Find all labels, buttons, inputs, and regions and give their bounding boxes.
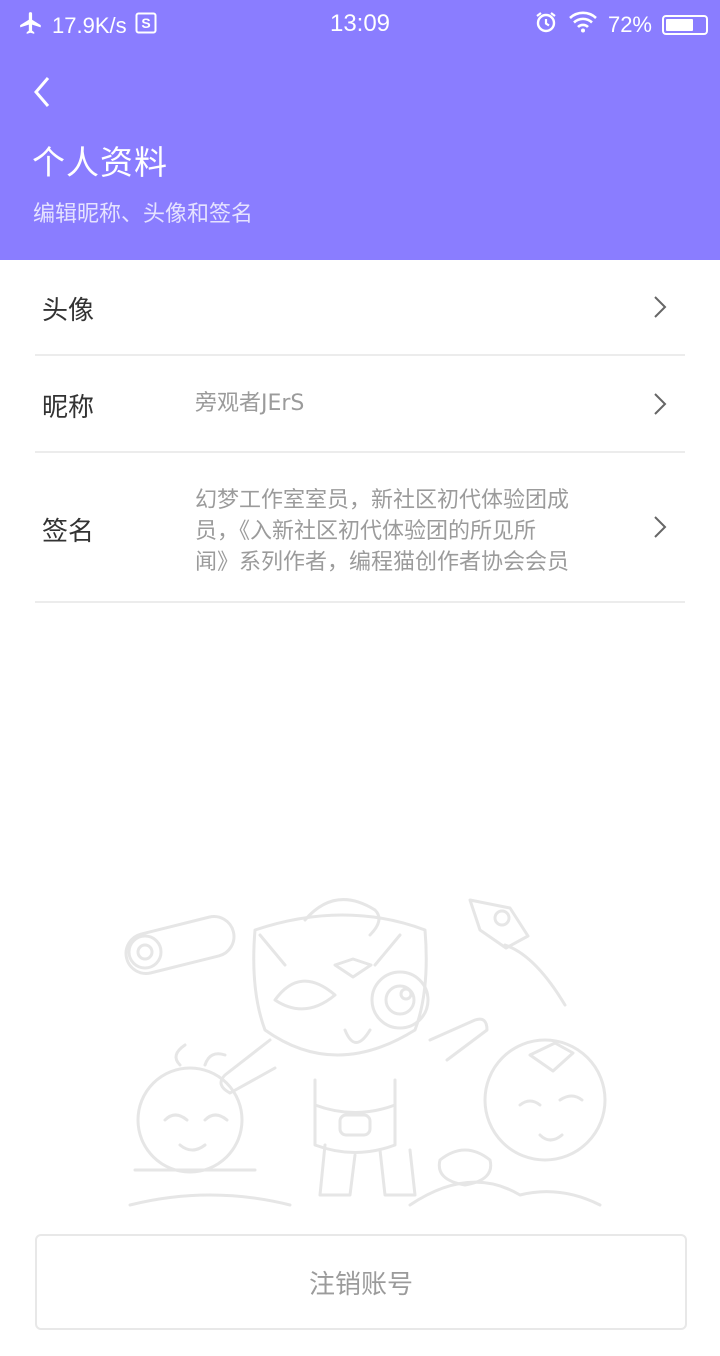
header: 17.9K/s S 13:09 72% 个人资料 编辑昵称、头像和签名 bbox=[0, 0, 720, 260]
mascot-illustration bbox=[124, 898, 607, 1207]
wifi-icon bbox=[568, 11, 598, 39]
battery-percent: 72% bbox=[607, 12, 652, 37]
back-button[interactable] bbox=[26, 70, 62, 114]
signature-label: 签名 bbox=[42, 517, 95, 547]
signature-line: 闻》系列作者，编程猫创作者协会会员 bbox=[195, 550, 570, 575]
signature-row[interactable]: 签名 幻梦工作室室员，新社区初代体验团成 员，《入新社区初代体验团的所见所 闻》… bbox=[35, 453, 685, 603]
battery-fill bbox=[666, 19, 694, 31]
chevron-right-icon bbox=[654, 296, 667, 318]
chevron-right-icon bbox=[654, 393, 667, 415]
nickname-label: 昵称 bbox=[42, 393, 95, 423]
logout-button[interactable]: 注销账号 bbox=[35, 1234, 687, 1330]
logout-label: 注销账号 bbox=[308, 1269, 413, 1300]
nickname-value: 旁观者JErS bbox=[195, 391, 305, 416]
chevron-right-icon bbox=[654, 516, 667, 538]
chevron-left-icon bbox=[34, 77, 50, 107]
avatar-label: 头像 bbox=[42, 296, 95, 326]
signature-line: 幻梦工作室室员，新社区初代体验团成 bbox=[195, 488, 570, 513]
signature-value: 幻梦工作室室员，新社区初代体验团成 员，《入新社区初代体验团的所见所 闻》系列作… bbox=[195, 485, 635, 578]
page-subtitle: 编辑昵称、头像和签名 bbox=[33, 202, 254, 227]
avatar-row[interactable]: 头像 bbox=[35, 260, 685, 356]
nickname-row[interactable]: 昵称 旁观者JErS bbox=[35, 356, 685, 453]
status-right: 72% bbox=[534, 10, 708, 40]
page-title: 个人资料 bbox=[32, 143, 168, 182]
profile-screen: 17.9K/s S 13:09 72% 个人资料 编辑昵称、头像和签名 头像 昵… bbox=[0, 0, 720, 1356]
profile-list: 头像 昵称 旁观者JErS 签名 幻梦工作室室员，新社区初代体验团成 员，《入新… bbox=[35, 260, 685, 603]
alarm-icon bbox=[534, 10, 558, 40]
status-bar: 17.9K/s S 13:09 72% bbox=[0, 0, 720, 50]
battery-icon bbox=[662, 15, 708, 35]
signature-line: 员，《入新社区初代体验团的所见所 bbox=[195, 519, 537, 544]
